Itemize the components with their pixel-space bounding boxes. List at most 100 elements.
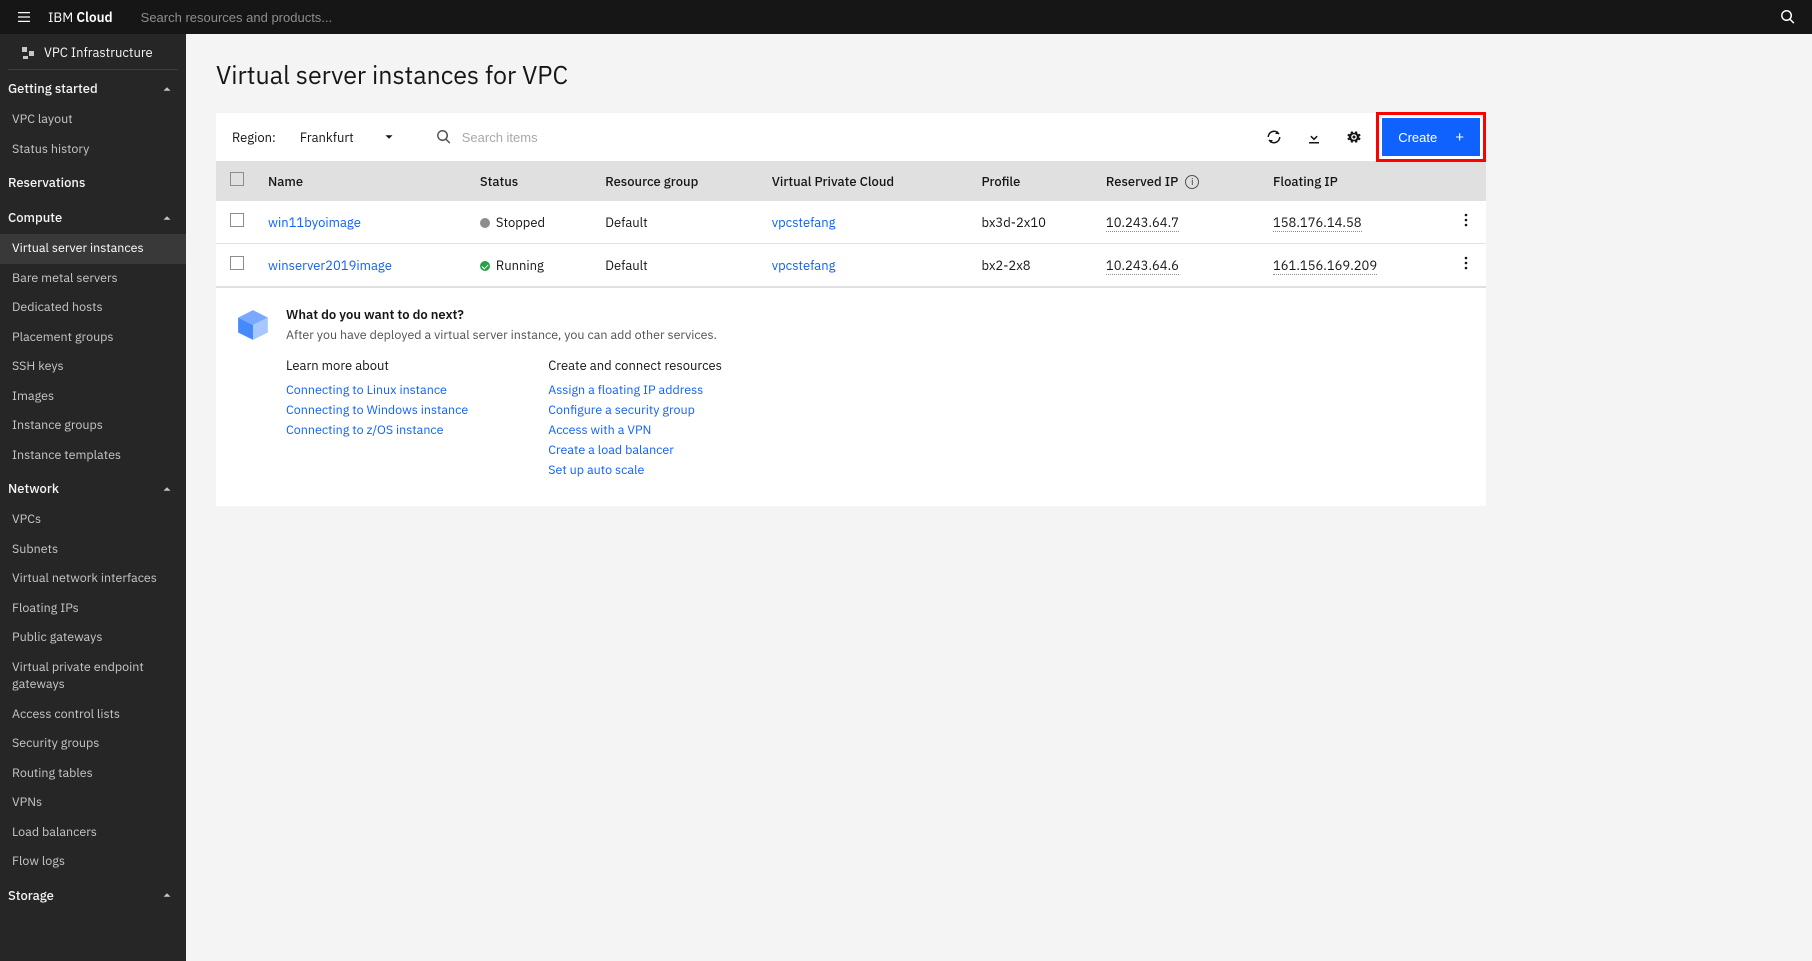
- next-link[interactable]: Connecting to Linux instance: [286, 382, 468, 398]
- next-title: What do you want to do next?: [286, 306, 722, 323]
- refresh-button[interactable]: [1254, 113, 1294, 161]
- sidebar-item-virtual-network-interfaces[interactable]: Virtual network interfaces: [0, 564, 186, 594]
- create-button-highlight: Create +: [1376, 112, 1486, 162]
- status-cell: Stopped: [470, 201, 595, 244]
- sidebar-item-security-groups[interactable]: Security groups: [0, 729, 186, 759]
- sidebar-group-storage[interactable]: Storage: [0, 877, 186, 912]
- sidebar-item-floating-ips[interactable]: Floating IPs: [0, 594, 186, 624]
- plus-icon: +: [1455, 129, 1464, 146]
- sidebar-item-public-gateways[interactable]: Public gateways: [0, 623, 186, 653]
- status-dot-icon: [480, 261, 490, 271]
- search-icon: [436, 129, 452, 145]
- row-checkbox[interactable]: [230, 213, 244, 227]
- download-button[interactable]: [1294, 113, 1334, 161]
- table-search-input[interactable]: [462, 130, 662, 145]
- create-button[interactable]: Create +: [1382, 118, 1480, 156]
- column-virtual-private-cloud[interactable]: Virtual Private Cloud: [762, 161, 972, 201]
- cube-icon: [236, 308, 270, 342]
- info-icon[interactable]: i: [1185, 175, 1199, 189]
- sidebar-item-flow-logs[interactable]: Flow logs: [0, 847, 186, 877]
- kebab-icon: [1464, 255, 1468, 271]
- column-name[interactable]: Name: [258, 161, 470, 201]
- vpc-link[interactable]: vpcstefang: [772, 214, 836, 231]
- hamburger-icon: [16, 9, 32, 25]
- instances-panel: Region: Frankfurt: [216, 113, 1486, 506]
- sidebar-item-images[interactable]: Images: [0, 382, 186, 412]
- status-dot-icon: [480, 218, 490, 228]
- sidebar-item-status-history[interactable]: Status history: [0, 135, 186, 165]
- sidebar-item-subnets[interactable]: Subnets: [0, 535, 186, 565]
- sidebar-group-network[interactable]: Network: [0, 470, 186, 505]
- sidebar-group-compute[interactable]: Compute: [0, 199, 186, 234]
- next-column-heading: Create and connect resources: [548, 357, 722, 374]
- sidebar-item-placement-groups[interactable]: Placement groups: [0, 323, 186, 353]
- sidebar-item-access-control-lists[interactable]: Access control lists: [0, 700, 186, 730]
- vpc-link[interactable]: vpcstefang: [772, 257, 836, 274]
- resource-group-cell: Default: [595, 244, 761, 287]
- search-icon: [1780, 9, 1796, 25]
- instance-name-link[interactable]: winserver2019image: [268, 257, 392, 274]
- sidebar-item-vpcs[interactable]: VPCs: [0, 505, 186, 535]
- settings-button[interactable]: [1334, 113, 1374, 161]
- sidebar-item-ssh-keys[interactable]: SSH keys: [0, 352, 186, 382]
- global-search-button[interactable]: [1764, 0, 1812, 34]
- column-reserved-ip[interactable]: Reserved IP i: [1096, 161, 1263, 201]
- chevron-up-icon: [160, 211, 174, 225]
- sidebar-item-virtual-private-endpoint-gateways[interactable]: Virtual private endpoint gateways: [0, 653, 186, 700]
- main-content: Virtual server instances for VPC Region:…: [186, 34, 1516, 961]
- sidebar-item-vpns[interactable]: VPNs: [0, 788, 186, 818]
- profile-cell: bx3d-2x10: [971, 201, 1095, 244]
- create-button-label: Create: [1398, 130, 1437, 145]
- sidebar-item-dedicated-hosts[interactable]: Dedicated hosts: [0, 293, 186, 323]
- instance-name-link[interactable]: win11byoimage: [268, 214, 361, 231]
- region-label: Region:: [232, 129, 276, 146]
- sidebar-group-reservations[interactable]: Reservations: [0, 164, 186, 199]
- column-floating-ip[interactable]: Floating IP: [1263, 161, 1446, 201]
- vpc-icon: [20, 45, 36, 61]
- gear-icon: [1346, 129, 1362, 145]
- next-link[interactable]: Set up auto scale: [548, 462, 722, 478]
- next-link[interactable]: Connecting to Windows instance: [286, 402, 468, 418]
- sidebar-item-routing-tables[interactable]: Routing tables: [0, 759, 186, 789]
- floating-ip[interactable]: 158.176.14.58: [1273, 214, 1362, 232]
- next-subtitle: After you have deployed a virtual server…: [286, 327, 722, 343]
- next-link[interactable]: Create a load balancer: [548, 442, 722, 458]
- row-checkbox[interactable]: [230, 256, 244, 270]
- reserved-ip[interactable]: 10.243.64.7: [1106, 214, 1179, 232]
- next-column: Create and connect resources Assign a flo…: [548, 357, 722, 482]
- table-row: win11byoimage Stopped Default vpcstefang…: [216, 201, 1486, 244]
- row-actions-button[interactable]: [1446, 244, 1486, 287]
- sidebar-item-bare-metal-servers[interactable]: Bare metal servers: [0, 264, 186, 294]
- column-profile[interactable]: Profile: [971, 161, 1095, 201]
- page-title: Virtual server instances for VPC: [216, 58, 1486, 91]
- brand[interactable]: IBM Cloud: [48, 8, 123, 26]
- select-all-checkbox[interactable]: [230, 172, 244, 186]
- reserved-ip[interactable]: 10.243.64.6: [1106, 257, 1179, 275]
- sidebar-item-load-balancers[interactable]: Load balancers: [0, 818, 186, 848]
- row-actions-button[interactable]: [1446, 201, 1486, 244]
- next-link[interactable]: Assign a floating IP address: [548, 382, 722, 398]
- next-link[interactable]: Access with a VPN: [548, 422, 722, 438]
- global-search: [123, 0, 1764, 34]
- refresh-icon: [1266, 129, 1282, 145]
- hamburger-menu-button[interactable]: [0, 0, 48, 34]
- resource-group-cell: Default: [595, 201, 761, 244]
- next-column-heading: Learn more about: [286, 357, 468, 374]
- kebab-icon: [1464, 212, 1468, 228]
- sidebar-section-header: VPC Infrastructure: [8, 34, 178, 70]
- next-link[interactable]: Connecting to z/OS instance: [286, 422, 468, 438]
- column-status[interactable]: Status: [470, 161, 595, 201]
- region-dropdown[interactable]: Frankfurt: [300, 129, 396, 146]
- column-resource-group[interactable]: Resource group: [595, 161, 761, 201]
- sidebar-item-vpc-layout[interactable]: VPC layout: [0, 105, 186, 135]
- region-value: Frankfurt: [300, 129, 354, 146]
- global-search-input[interactable]: [123, 0, 1764, 34]
- next-column: Learn more about Connecting to Linux inst…: [286, 357, 468, 482]
- floating-ip[interactable]: 161.156.169.209: [1273, 257, 1377, 275]
- sidebar-item-instance-groups[interactable]: Instance groups: [0, 411, 186, 441]
- table-header: NameStatusResource groupVirtual Private …: [216, 161, 1486, 201]
- sidebar-item-virtual-server-instances[interactable]: Virtual server instances: [0, 234, 186, 264]
- next-link[interactable]: Configure a security group: [548, 402, 722, 418]
- sidebar-item-instance-templates[interactable]: Instance templates: [0, 441, 186, 471]
- sidebar-group-getting-started[interactable]: Getting started: [0, 70, 186, 105]
